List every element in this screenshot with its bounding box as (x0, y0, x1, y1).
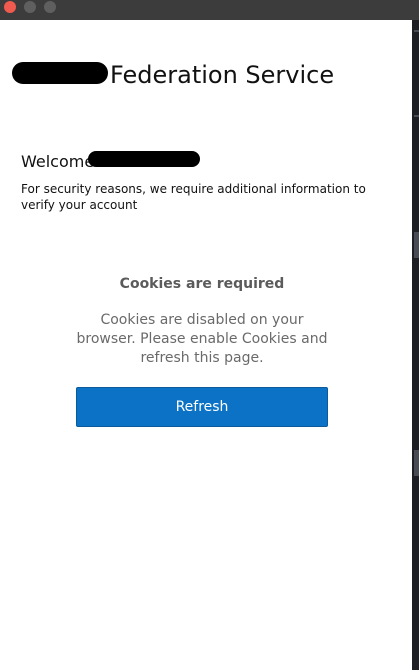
page-title: Federation Service (110, 61, 335, 89)
welcome-text: Welcome (21, 152, 95, 171)
redacted-org-name (12, 62, 108, 84)
minimize-window-button[interactable] (24, 1, 36, 13)
refresh-button[interactable]: Refresh (76, 387, 328, 427)
cookies-required-heading: Cookies are required (119, 276, 285, 292)
zoom-window-button[interactable] (44, 1, 56, 13)
cookies-disabled-message: Cookies are disabled on your browser. Pl… (76, 312, 328, 366)
window-titlebar (0, 0, 419, 20)
background-window-edge (412, 20, 419, 670)
close-window-button[interactable] (4, 1, 16, 13)
security-note: For security reasons, we require additio… (21, 182, 366, 212)
redacted-username (88, 151, 200, 167)
